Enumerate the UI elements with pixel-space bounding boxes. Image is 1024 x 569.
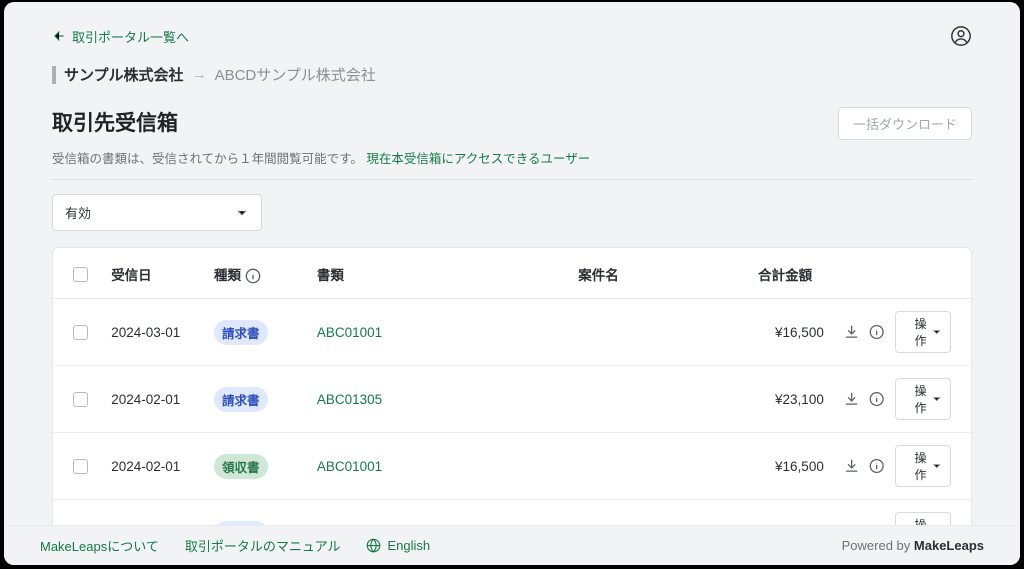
row-checkbox[interactable]: [73, 392, 88, 407]
table-row: 2024-01-05請求書ABC02309¥18,700操作: [53, 500, 971, 525]
footer-manual-link[interactable]: 取引ポータルのマニュアル: [185, 536, 341, 555]
document-link[interactable]: ABC01001: [317, 459, 382, 474]
chevron-right-icon: →: [192, 66, 207, 83]
cell-project: [568, 366, 748, 433]
chevron-down-icon: [235, 206, 249, 220]
cell-date: 2024-01-05: [101, 500, 204, 525]
table-row: 2024-03-01 請求書 ABC01001 ¥16,500 操作: [53, 299, 971, 366]
breadcrumb-current[interactable]: サンプル株式会社: [64, 64, 184, 85]
cell-total: ¥23,100: [748, 366, 834, 433]
row-checkbox[interactable]: [73, 325, 88, 340]
document-link[interactable]: ABC01001: [317, 325, 382, 340]
row-checkbox[interactable]: [73, 459, 88, 474]
th-total: 合計金額: [748, 248, 834, 299]
select-all-checkbox[interactable]: [73, 267, 88, 282]
document-link[interactable]: ABC01305: [317, 392, 382, 407]
type-badge: 請求書: [214, 387, 268, 412]
cell-project: [568, 500, 748, 525]
breadcrumb-child[interactable]: ABCDサンプル株式会社: [215, 64, 376, 85]
cell-total: ¥18,700: [748, 500, 834, 525]
row-action-button[interactable]: 操作: [895, 378, 951, 420]
type-badge: 請求書: [214, 320, 268, 345]
divider: [52, 179, 972, 180]
status-filter-select[interactable]: 有効: [52, 194, 262, 231]
cell-project: [568, 299, 748, 366]
cell-date: 2024-02-01: [101, 366, 204, 433]
page-title: 取引先受信箱: [52, 107, 178, 137]
row-action-label: 操作: [904, 449, 927, 483]
documents-table-card: 受信日 種類 書類 案件名 合計金額 2024-03-01 請求書 ABC01001…: [52, 247, 972, 525]
bulk-download-button[interactable]: 一括ダウンロード: [838, 107, 972, 140]
powered-by: Powered by MakeLeaps: [842, 538, 984, 553]
globe-icon: [366, 538, 381, 553]
download-icon[interactable]: [844, 324, 859, 340]
page-subtitle: 受信箱の書類は、受信されてから１年間閲覧可能です。 現在本受信箱にアクセスできる…: [52, 148, 972, 167]
th-project: 案件名: [568, 248, 748, 299]
download-icon[interactable]: [844, 391, 859, 407]
th-type: 種類: [204, 248, 307, 299]
chevron-down-icon: [931, 326, 942, 338]
cell-date: 2024-02-01: [101, 433, 204, 500]
info-icon[interactable]: [869, 458, 884, 474]
th-received: 受信日: [101, 248, 204, 299]
user-circle-icon[interactable]: [950, 25, 972, 47]
row-action-button[interactable]: 操作: [895, 311, 951, 353]
documents-table: 受信日 種類 書類 案件名 合計金額 2024-03-01 請求書 ABC01001…: [53, 248, 971, 525]
row-action-label: 操作: [904, 315, 927, 349]
type-badge: 領収書: [214, 454, 268, 479]
info-icon[interactable]: [869, 391, 884, 407]
breadcrumb-bar: [52, 66, 56, 84]
cell-project: [568, 433, 748, 500]
footer: MakeLeapsについて 取引ポータルのマニュアル English Power…: [4, 525, 1020, 565]
row-action-button[interactable]: 操作: [895, 445, 951, 487]
info-icon[interactable]: [869, 324, 884, 340]
cell-total: ¥16,500: [748, 299, 834, 366]
download-icon[interactable]: [844, 458, 859, 474]
info-icon[interactable]: [245, 268, 261, 284]
chevron-down-icon: [931, 393, 942, 405]
back-link[interactable]: 取引ポータル一覧へ: [52, 27, 189, 46]
row-action-button[interactable]: 操作: [895, 512, 951, 525]
breadcrumb: サンプル株式会社 → ABCDサンプル株式会社: [52, 64, 972, 85]
footer-language-link[interactable]: English: [366, 538, 430, 553]
row-action-label: 操作: [904, 516, 927, 525]
cell-total: ¥16,500: [748, 433, 834, 500]
table-row: 2024-02-01 領収書 ABC01001 ¥16,500 操作: [53, 433, 971, 500]
chevron-down-icon: [931, 460, 942, 472]
table-row: 2024-02-01 請求書 ABC01305 ¥23,100 操作: [53, 366, 971, 433]
footer-about-link[interactable]: MakeLeapsについて: [40, 536, 159, 555]
inbox-users-link[interactable]: 現在本受信箱にアクセスできるユーザー: [366, 152, 590, 166]
back-link-label: 取引ポータル一覧へ: [72, 27, 189, 46]
cell-date: 2024-03-01: [101, 299, 204, 366]
status-filter-value: 有効: [65, 203, 91, 222]
arrow-left-icon: [52, 29, 66, 43]
th-document: 書類: [307, 248, 568, 299]
page-subtitle-static: 受信箱の書類は、受信されてから１年間閲覧可能です。: [52, 152, 363, 166]
row-action-label: 操作: [904, 382, 927, 416]
